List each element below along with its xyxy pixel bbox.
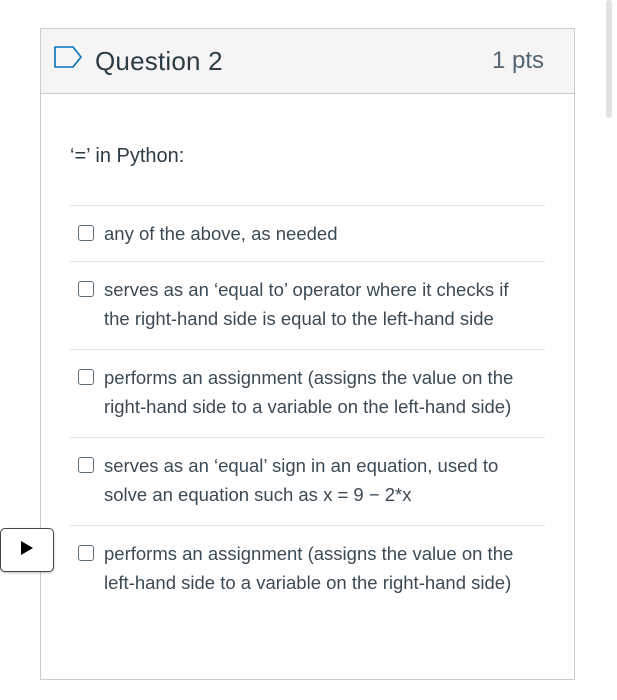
answer-label[interactable]: serves as an ‘equal to’ operator where i… — [104, 275, 536, 333]
answer-label[interactable]: performs an assignment (assigns the valu… — [104, 539, 536, 597]
answer-option[interactable]: serves as an ‘equal’ sign in an equation… — [70, 437, 545, 525]
answer-checkbox[interactable] — [78, 545, 94, 561]
answer-option[interactable]: any of the above, as needed — [70, 205, 545, 261]
flag-question-icon[interactable] — [53, 44, 85, 70]
answer-checkbox[interactable] — [78, 457, 94, 473]
question-card: Question 2 1 pts ‘=’ in Python: any of t… — [40, 28, 575, 680]
answer-option[interactable]: performs an assignment (assigns the valu… — [70, 525, 545, 613]
answer-label[interactable]: any of the above, as needed — [104, 219, 338, 248]
scrollbar[interactable] — [606, 0, 612, 118]
answer-label[interactable]: serves as an ‘equal’ sign in an equation… — [104, 451, 536, 509]
question-body: ‘=’ in Python: any of the above, as need… — [41, 94, 574, 613]
answer-list: any of the above, as needed serves as an… — [70, 205, 545, 613]
question-points: 1 pts — [491, 47, 544, 74]
play-button[interactable] — [0, 528, 54, 572]
answer-option[interactable]: serves as an ‘equal to’ operator where i… — [70, 261, 545, 349]
question-header: Question 2 1 pts — [41, 29, 574, 94]
quiz-page: Question 2 1 pts ‘=’ in Python: any of t… — [0, 0, 617, 700]
answer-checkbox[interactable] — [78, 281, 94, 297]
answer-checkbox[interactable] — [78, 369, 94, 385]
answer-option[interactable]: performs an assignment (assigns the valu… — [70, 349, 545, 437]
question-title: Question 2 — [95, 45, 223, 76]
play-icon — [20, 540, 34, 561]
answer-checkbox[interactable] — [78, 225, 94, 241]
answer-label[interactable]: performs an assignment (assigns the valu… — [104, 363, 536, 421]
question-text: ‘=’ in Python: — [70, 145, 185, 167]
